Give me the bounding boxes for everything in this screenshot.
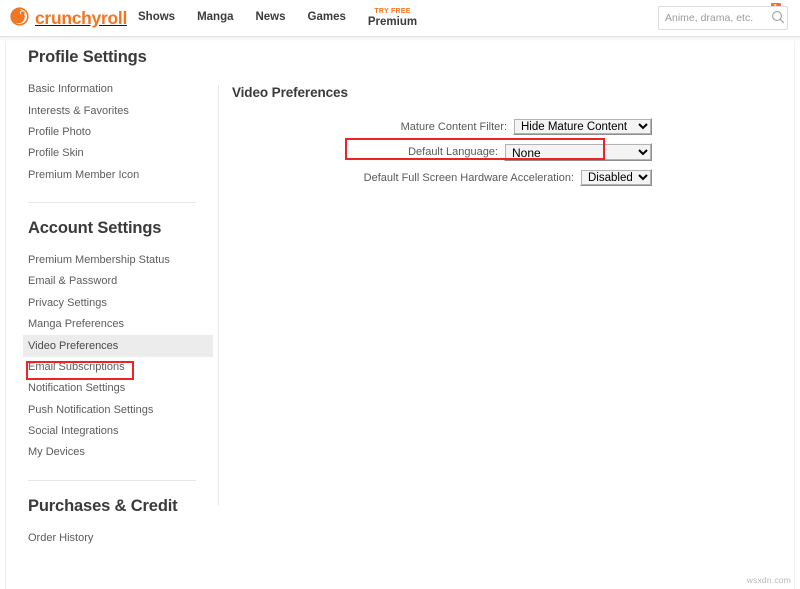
field-row-hardware-acceleration: Default Full Screen Hardware Acceleratio… [232,169,652,186]
watermark: wsxdn.com [747,575,791,585]
sidebar-item-my-devices[interactable]: My Devices [23,442,218,463]
sidebar-item-privacy-settings[interactable]: Privacy Settings [23,293,218,314]
nav-item-premium-label: Premium [368,16,417,28]
sidebar-item-basic-information[interactable]: Basic Information [23,79,218,100]
sidebar-item-social-integrations[interactable]: Social Integrations [23,421,218,442]
sidebar-item-order-history[interactable]: Order History [23,528,218,549]
search-box[interactable] [658,6,788,30]
select-default-language[interactable]: None English Español Français Português … [504,143,652,161]
nav-item-manga[interactable]: Manga [197,12,233,24]
sidebar-item-premium-membership-status[interactable]: Premium Membership Status [23,250,218,271]
label-hardware-acceleration: Default Full Screen Hardware Acceleratio… [364,172,580,184]
search-button[interactable] [771,10,785,27]
sidebar-item-notification-settings[interactable]: Notification Settings [23,378,218,399]
page-title: Video Preferences [232,85,652,100]
brand-name: crunchyroll [35,10,127,29]
column-divider [218,85,219,505]
nav-item-shows[interactable]: Shows [138,12,175,24]
field-row-default-language: Default Language: None English Español F… [232,143,652,161]
site-header: crunchyroll Shows Manga News Games TRY F… [0,0,800,37]
sidebar-item-email-password[interactable]: Email & Password [23,271,218,292]
sidebar-heading-purchases-credit: Purchases & Credit [28,497,218,516]
sidebar-heading-account-settings: Account Settings [28,219,218,238]
sidebar-item-video-preferences[interactable]: Video Preferences [23,335,213,356]
select-mature-content-filter[interactable]: Hide Mature Content Show Mature Content [513,118,652,135]
sidebar-item-email-subscriptions[interactable]: Email Subscriptions [23,357,218,378]
sidebar-divider-1 [28,202,196,203]
settings-sidebar: Profile Settings Basic Information Inter… [28,48,218,549]
sidebar-item-interests-favorites[interactable]: Interests & Favorites [23,100,218,121]
label-default-language: Default Language: [408,146,504,158]
sidebar-item-manga-preferences[interactable]: Manga Preferences [23,314,218,335]
brand-logo[interactable]: crunchyroll [9,6,127,32]
sidebar-item-push-notification-settings[interactable]: Push Notification Settings [23,400,218,421]
sidebar-divider-2 [28,480,196,481]
sidebar-item-profile-photo[interactable]: Profile Photo [23,122,218,143]
select-hardware-acceleration[interactable]: Disabled Enabled [580,169,652,186]
crunchyroll-logo-icon [9,6,30,32]
sidebar-heading-profile-settings: Profile Settings [28,48,218,67]
sidebar-item-premium-member-icon[interactable]: Premium Member Icon [23,165,218,186]
sidebar-list-account-settings: Premium Membership Status Email & Passwo… [28,250,218,464]
sidebar-list-purchases-credit: Order History [28,528,218,549]
sidebar-item-profile-skin[interactable]: Profile Skin [23,143,218,164]
premium-try-free-kicker: TRY FREE [374,8,410,15]
field-row-mature-content-filter: Mature Content Filter: Hide Mature Conte… [232,118,652,135]
nav-item-premium[interactable]: TRY FREE Premium [368,8,417,29]
label-mature-content-filter: Mature Content Filter: [401,121,513,133]
main-nav: Shows Manga News Games TRY FREE Premium [138,0,417,36]
search-input[interactable] [659,8,771,28]
sidebar-list-profile-settings: Basic Information Interests & Favorites … [28,79,218,186]
search-icon [771,10,785,27]
video-preferences-panel: Video Preferences Mature Content Filter:… [232,85,652,194]
nav-item-news[interactable]: News [255,12,285,24]
nav-item-games[interactable]: Games [308,12,346,24]
